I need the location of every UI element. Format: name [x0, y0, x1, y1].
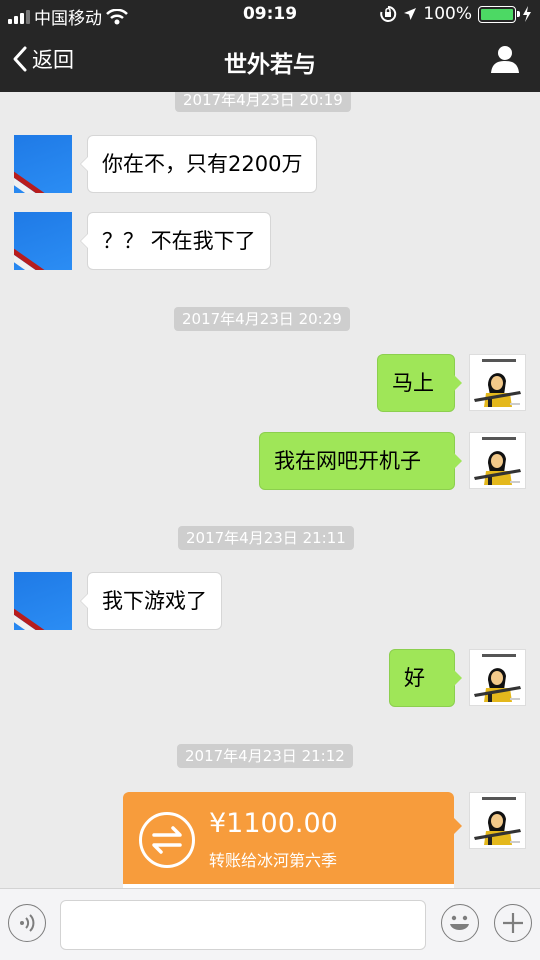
voice-icon [20, 914, 35, 932]
voice-button[interactable] [8, 904, 46, 942]
chat-title: 世外若与 [224, 52, 316, 78]
timestamp: 2017年4月23日 20:19 [175, 92, 351, 112]
user-icon [491, 46, 519, 73]
avatar[interactable] [469, 649, 526, 706]
message-bubble[interactable]: 我在网吧开机子 [259, 432, 462, 490]
more-button[interactable] [494, 904, 532, 942]
avatar-image [474, 437, 521, 485]
timestamp: 2017年4月23日 21:11 [178, 526, 354, 550]
timestamp: 2017年4月23日 20:29 [174, 307, 350, 331]
chat-area[interactable]: 2017年4月23日 20:19 你在不，只有2200万 ？？ 不在我下了 20… [0, 92, 540, 888]
transfer-amount: ¥1100.00 [209, 808, 338, 839]
rotation-lock-icon [380, 5, 397, 22]
message-input[interactable] [60, 900, 426, 950]
transfer-card[interactable]: ¥1100.00 转账给冰河第六季 [123, 792, 462, 888]
transfer-icon [139, 812, 195, 868]
status-bar: 中国移动 09:19 100% [0, 0, 540, 30]
avatar[interactable] [469, 792, 526, 849]
location-icon [404, 8, 417, 20]
message-bubble[interactable]: ？？ 不在我下了 [80, 212, 271, 270]
avatar[interactable] [469, 432, 526, 489]
chat-info-button[interactable] [490, 44, 520, 78]
message-bubble[interactable]: 我下游戏了 [80, 572, 222, 630]
battery-percent: 100% [423, 4, 472, 24]
message-bubble[interactable]: 马上 [377, 354, 462, 412]
avatar[interactable] [14, 572, 72, 630]
plus-icon [503, 913, 523, 933]
input-bar [0, 888, 540, 960]
nav-bar: 返回 世外若与 [0, 30, 540, 92]
battery-icon [478, 5, 520, 23]
avatar-image [474, 654, 521, 702]
status-right: 100% [379, 4, 532, 24]
emoji-icon [450, 915, 469, 930]
transfer-description: 转账给冰河第六季 [209, 851, 338, 870]
message-bubble[interactable]: 你在不，只有2200万 [79, 135, 318, 193]
emoji-button[interactable] [441, 904, 479, 942]
avatar-image [474, 797, 521, 845]
avatar[interactable] [14, 135, 72, 193]
timestamp: 2017年4月23日 21:12 [177, 744, 353, 768]
avatar-image [474, 359, 521, 407]
message-bubble[interactable]: 好 [389, 649, 462, 707]
charging-icon [523, 6, 531, 22]
avatar[interactable] [14, 212, 72, 270]
avatar[interactable] [469, 354, 526, 411]
